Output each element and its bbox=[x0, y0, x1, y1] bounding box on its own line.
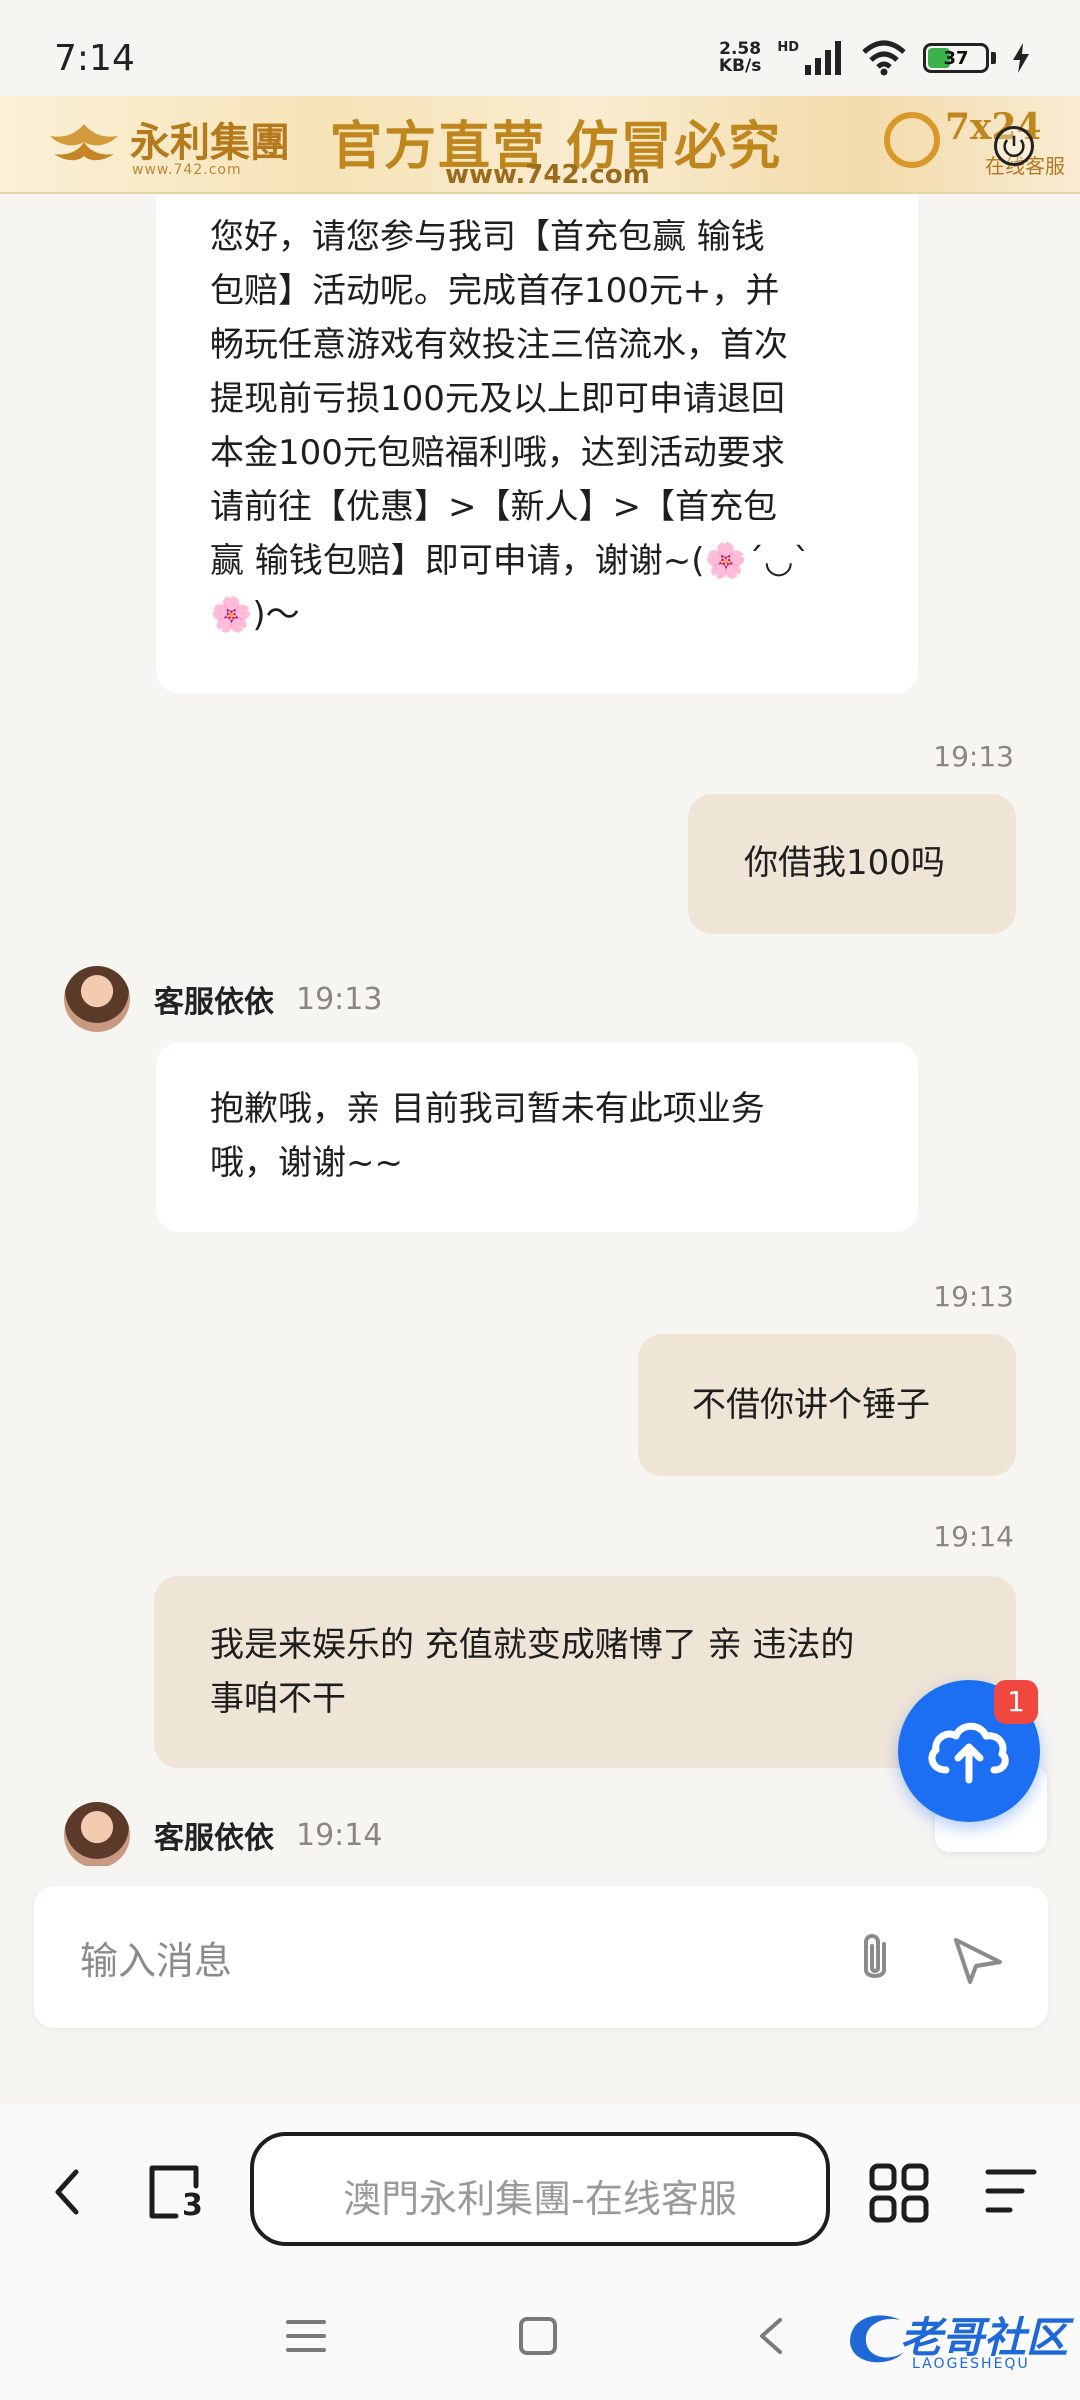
agent-avatar bbox=[64, 1802, 130, 1866]
banner-close-icon[interactable] bbox=[994, 126, 1034, 166]
agent-name: 客服依依 bbox=[154, 1821, 274, 1856]
message-line: 我是来娱乐的 充值就变成赌博了 亲 违法的 bbox=[210, 1625, 855, 1665]
message-line: 您好，请您参与我司【首充包赢 输钱 bbox=[210, 217, 765, 257]
status-bar: 7:14 2.58 KB/s HD 37 bbox=[0, 0, 1080, 96]
user-message-bubble: 我是来娱乐的 充值就变成赌博了 亲 违法的 事咱不干 bbox=[154, 1576, 1016, 1768]
battery-cap bbox=[991, 52, 996, 64]
recent-apps-icon[interactable] bbox=[286, 2318, 326, 2354]
agent-name: 客服依依 bbox=[154, 985, 274, 1020]
page-title: 澳門永利集團-在线客服 bbox=[343, 2177, 737, 2221]
message-line: 请前往【优惠】>【新人】>【首充包 bbox=[210, 487, 777, 527]
charging-bolt-icon bbox=[1013, 43, 1029, 73]
system-navigation-bar: 老哥社区 LAOGESHEQU bbox=[0, 2266, 1080, 2400]
status-time: 7:14 bbox=[54, 38, 135, 79]
network-speed: 2.58 KB/s bbox=[719, 41, 761, 75]
chat-message-list[interactable]: 您好，请您参与我司【首充包赢 输钱 包赔】活动呢。完成首存100元+，并 畅玩任… bbox=[0, 194, 1080, 1866]
network-speed-unit: KB/s bbox=[718, 56, 762, 76]
message-input[interactable]: 输入消息 bbox=[80, 1930, 232, 1985]
back-arrow-icon[interactable] bbox=[48, 2166, 88, 2218]
user-message-bubble: 你借我100吗 bbox=[688, 794, 1016, 934]
banner-brand: 永利集團 bbox=[130, 119, 290, 166]
status-icons: 2.58 KB/s HD 37 bbox=[719, 40, 1030, 76]
banner-url: www.742.com bbox=[445, 160, 650, 190]
watermark-subtext: LAOGESHEQU bbox=[912, 2356, 1030, 2372]
agent-message-bubble: 抱歉哦，亲 目前我司暂未有此项业务 哦，谢谢~~ bbox=[156, 1042, 918, 1232]
notification-badge: 1 bbox=[994, 1680, 1038, 1724]
tabs-button[interactable]: 3 bbox=[146, 2162, 206, 2223]
message-line: 🌸)～ bbox=[210, 595, 300, 635]
message-line: 抱歉哦，亲 目前我司暂未有此项业务 bbox=[210, 1089, 765, 1129]
user-message-bubble: 不借你讲个锤子 bbox=[638, 1334, 1016, 1476]
message-time: 19:13 bbox=[933, 1280, 1014, 1313]
brand-logo-icon bbox=[50, 124, 118, 161]
send-icon[interactable] bbox=[950, 1932, 1006, 1988]
message-line: 事咱不干 bbox=[210, 1679, 346, 1719]
message-composer[interactable]: 输入消息 bbox=[34, 1886, 1048, 2028]
message-time: 19:13 bbox=[296, 981, 383, 1017]
home-icon[interactable] bbox=[518, 2316, 558, 2356]
message-line: 提现前亏损100元及以上即可申请退回 bbox=[210, 379, 785, 419]
cell-signal-icon bbox=[805, 41, 841, 75]
message-time: 19:14 bbox=[296, 1817, 383, 1853]
browser-toolbar: 3 澳門永利集團-在线客服 bbox=[0, 2104, 1080, 2266]
battery-indicator: 37 bbox=[923, 43, 989, 73]
agent-header: 客服依依 19:14 bbox=[64, 1802, 382, 1866]
agent-message-bubble: 您好，请您参与我司【首充包赢 输钱 包赔】活动呢。完成首存100元+，并 畅玩任… bbox=[156, 194, 918, 694]
wifi-icon bbox=[862, 40, 906, 76]
system-back-icon[interactable] bbox=[756, 2316, 786, 2356]
banner-brand-url: www.742.com bbox=[132, 162, 242, 178]
address-bar[interactable]: 澳門永利集團-在线客服 bbox=[250, 2132, 830, 2246]
agent-header: 客服依依 19:13 bbox=[64, 966, 382, 1032]
message-line: 赢 输钱包赔】即可申请，谢谢~(🌸´◡` bbox=[210, 541, 811, 581]
paperclip-icon[interactable] bbox=[850, 1930, 900, 1986]
hd-indicator: HD bbox=[777, 40, 799, 55]
message-line: 本金100元包赔福利哦，达到活动要求 bbox=[210, 433, 785, 473]
message-time: 19:13 bbox=[933, 740, 1014, 773]
tab-count: 3 bbox=[182, 2188, 203, 2223]
customer-service-icon bbox=[884, 112, 940, 168]
battery-level: 37 bbox=[943, 47, 969, 69]
apps-grid-icon[interactable] bbox=[868, 2162, 930, 2224]
message-line: 包赔】活动呢。完成首存100元+，并 bbox=[210, 271, 780, 311]
message-text: 你借我100吗 bbox=[744, 843, 945, 883]
agent-avatar bbox=[64, 966, 130, 1032]
message-line: 畅玩任意游戏有效投注三倍流水，首次 bbox=[210, 325, 788, 365]
message-line: 哦，谢谢~~ bbox=[210, 1143, 403, 1183]
message-time: 19:14 bbox=[933, 1520, 1014, 1553]
menu-icon[interactable] bbox=[984, 2166, 1038, 2216]
message-text: 不借你讲个锤子 bbox=[692, 1385, 930, 1425]
ad-banner[interactable]: 永利集團 www.742.com 官方直营 仿冒必究 www.742.com 7… bbox=[0, 96, 1080, 194]
